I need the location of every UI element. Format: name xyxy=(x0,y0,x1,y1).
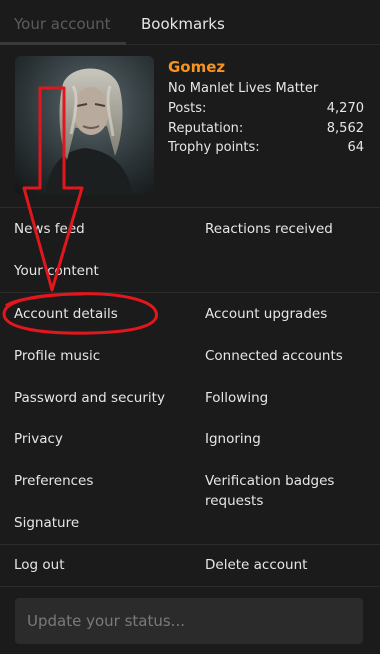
tab-bar: Your account Bookmarks xyxy=(0,0,380,45)
menu-verification-badges[interactable]: Verification badges requests xyxy=(205,471,375,511)
menu-news-feed[interactable]: News feed xyxy=(14,219,85,239)
avatar-image xyxy=(15,56,154,195)
menu-following[interactable]: Following xyxy=(205,388,375,408)
stat-label: Reputation: xyxy=(168,121,244,136)
menu-your-content[interactable]: Your content xyxy=(14,261,99,281)
user-title: No Manlet Lives Matter xyxy=(168,81,319,96)
divider xyxy=(0,544,380,545)
status-input[interactable] xyxy=(15,598,363,644)
menu-reactions-received[interactable]: Reactions received xyxy=(205,219,375,239)
menu-profile-music[interactable]: Profile music xyxy=(14,346,100,366)
stat-value[interactable]: 64 xyxy=(347,140,364,155)
stat-trophy-points: Trophy points: 64 xyxy=(168,140,364,158)
menu-log-out[interactable]: Log out xyxy=(14,555,65,575)
menu-signature[interactable]: Signature xyxy=(14,513,79,533)
active-tab-indicator xyxy=(0,42,126,45)
menu-privacy[interactable]: Privacy xyxy=(14,429,63,449)
menu-password-security[interactable]: Password and security xyxy=(14,388,165,408)
tab-your-account[interactable]: Your account xyxy=(14,0,111,45)
avatar[interactable] xyxy=(15,56,154,195)
stat-value[interactable]: 8,562 xyxy=(327,121,364,136)
menu-delete-account[interactable]: Delete account xyxy=(205,555,375,575)
stat-posts: Posts: 4,270 xyxy=(168,101,364,119)
username[interactable]: Gomez xyxy=(168,58,225,76)
menu-account-details[interactable]: Account details xyxy=(14,304,118,324)
menu-account-upgrades[interactable]: Account upgrades xyxy=(205,304,375,324)
account-panel: Your account Bookmarks Gomez No Manlet L… xyxy=(0,0,380,654)
stat-label: Posts: xyxy=(168,101,207,116)
menu-connected-accounts[interactable]: Connected accounts xyxy=(205,346,375,366)
tab-bookmarks[interactable]: Bookmarks xyxy=(141,0,225,45)
divider xyxy=(0,292,380,293)
stat-reputation: Reputation: 8,562 xyxy=(168,121,364,139)
menu-preferences[interactable]: Preferences xyxy=(14,471,93,491)
divider xyxy=(0,207,380,208)
divider xyxy=(0,586,380,587)
menu-ignoring[interactable]: Ignoring xyxy=(205,429,375,449)
stat-value[interactable]: 4,270 xyxy=(327,101,364,116)
stat-label: Trophy points: xyxy=(168,140,260,155)
